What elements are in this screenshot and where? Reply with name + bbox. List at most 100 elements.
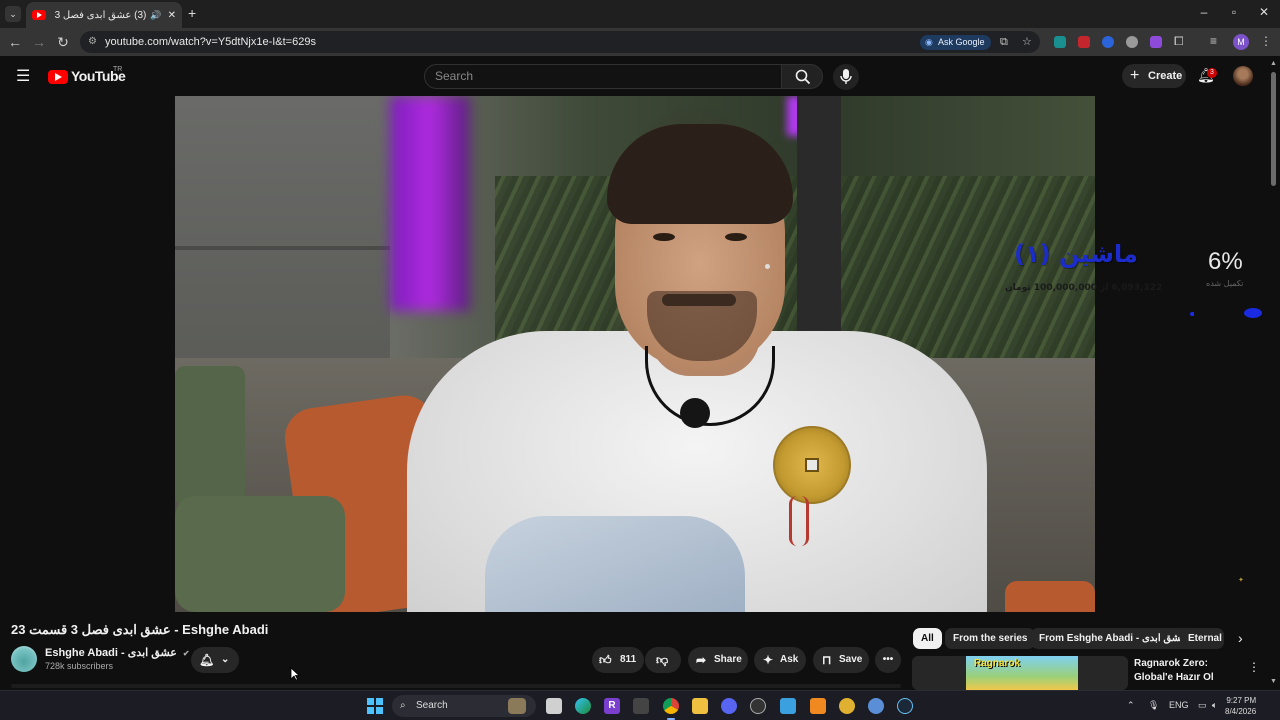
minimize-icon[interactable]: –	[1194, 5, 1214, 19]
tab-audio-icon[interactable]: 🔊	[150, 10, 161, 21]
sparkle-icon: ✦	[763, 653, 774, 667]
voice-search-button[interactable]	[833, 64, 859, 90]
discord-icon[interactable]	[721, 698, 737, 714]
video-frame-purple-light	[390, 96, 470, 311]
channel-name[interactable]: Eshghe Abadi - عشق ابدی ✔	[45, 646, 190, 659]
recommended-more-icon[interactable]: ⋮	[1248, 660, 1260, 674]
task-view-icon[interactable]	[546, 698, 562, 714]
microphone-tray-icon[interactable]: 🎙︎	[1148, 700, 1159, 711]
blue-orb-icon[interactable]	[868, 698, 884, 714]
red-extension-icon[interactable]	[1078, 36, 1090, 48]
translate-extension-icon[interactable]	[1054, 36, 1066, 48]
account-avatar[interactable]	[1233, 66, 1253, 86]
video-frame-pillow	[175, 366, 245, 506]
show-hidden-icons-chevron-icon[interactable]: ⌃	[1127, 700, 1135, 711]
search-input[interactable]: Search	[424, 64, 782, 89]
video-frame-pendant	[680, 398, 710, 428]
unity-icon[interactable]	[633, 698, 649, 714]
taskbar-search[interactable]: ⌕ Search	[392, 695, 536, 717]
window-close-icon[interactable]: ✕	[1254, 5, 1274, 19]
purple-extension-icon[interactable]	[1150, 36, 1162, 48]
search-button[interactable]	[781, 64, 823, 89]
windows-start-icon[interactable]	[367, 698, 383, 714]
share-button[interactable]: ➦ Share	[688, 647, 748, 673]
coin-app-icon[interactable]	[839, 698, 855, 714]
ask-button[interactable]: ✦ Ask	[754, 647, 806, 673]
recommended-video-title[interactable]: Ragnarok Zero: Global'e Hazır Ol	[1134, 657, 1244, 685]
video-frame-knot	[789, 496, 809, 546]
chip-eternal[interactable]: Eternal L	[1180, 628, 1224, 649]
visual-studio-icon[interactable]	[780, 698, 796, 714]
thumbs-down-icon: 👎︎	[656, 653, 669, 667]
steam-icon[interactable]	[897, 698, 913, 714]
system-clock[interactable]: 9:27 PM 8/4/2026	[1225, 695, 1256, 717]
microphone-icon	[840, 69, 852, 84]
like-button[interactable]: 👍︎ 811	[592, 647, 644, 673]
ask-google-label: Ask Google	[938, 37, 985, 47]
ask-google-button[interactable]: ◉ Ask Google	[920, 35, 991, 50]
video-frame-wall-band	[175, 246, 390, 250]
channel-watermark-icon[interactable]: ✦	[1238, 576, 1244, 584]
save-button[interactable]: ⊓ Save	[813, 647, 869, 673]
reload-icon[interactable]: ↻	[55, 34, 71, 51]
edge-icon[interactable]	[575, 698, 591, 714]
r-app-icon[interactable]: R	[604, 698, 620, 714]
site-info-icon[interactable]: ⚙	[88, 31, 97, 53]
taskbar-search-label: Search	[416, 700, 448, 711]
channel-avatar[interactable]	[11, 646, 37, 672]
video-frame-pillow	[175, 496, 345, 612]
extensions-puzzle-icon[interactable]: ⧠	[1174, 34, 1184, 49]
clock-time: 9:27 PM	[1226, 696, 1257, 705]
description-box-edge[interactable]	[11, 684, 901, 688]
gray-extension-icon[interactable]	[1126, 36, 1138, 48]
language-indicator[interactable]: ENG	[1169, 700, 1189, 710]
browser-tab-active[interactable]: (3) عشق ابدی فصل 3 قسمت 🔊 ✕	[26, 2, 182, 28]
chrome-icon[interactable]	[663, 698, 679, 714]
blue-extension-icon[interactable]	[1102, 36, 1114, 48]
volume-icon[interactable]: 🔈︎	[1212, 700, 1217, 711]
chrome-menu-icon[interactable]: ⋮	[1260, 34, 1272, 48]
dislike-button[interactable]: 👎︎	[645, 647, 681, 673]
recommended-video-thumbnail[interactable]: Ragnarok	[912, 656, 1128, 690]
reading-list-icon[interactable]: ≡	[1210, 34, 1217, 48]
tab-close-icon[interactable]: ✕	[168, 10, 176, 21]
chip-from-the-series[interactable]: From the series	[945, 628, 1036, 649]
create-button[interactable]: + Create	[1122, 64, 1186, 88]
more-actions-button[interactable]: •••	[875, 647, 901, 673]
orange-app-icon[interactable]	[810, 698, 826, 714]
forward-icon[interactable]: →	[31, 34, 47, 50]
subscribe-notification-button[interactable]: 🔔︎ ⌄	[191, 647, 239, 673]
bookmark-star-icon[interactable]: ☆	[1022, 31, 1032, 53]
search-highlight-icon	[508, 698, 526, 714]
profile-avatar[interactable]: M	[1233, 34, 1249, 50]
video-frame-pillow	[1005, 581, 1095, 612]
subscriber-count: 728k subscribers	[45, 661, 114, 671]
recommended-thumbnail-image: Ragnarok	[966, 656, 1078, 690]
scroll-down-arrow-icon[interactable]: ▼	[1270, 678, 1277, 685]
back-icon[interactable]: ←	[7, 34, 23, 50]
video-frame-coin-hole	[805, 458, 819, 472]
file-explorer-icon[interactable]	[692, 698, 708, 714]
donation-goal-amount: 6,093,322 از 100,000,000 تومان	[1005, 283, 1163, 293]
region-code: TR	[113, 66, 123, 73]
install-app-icon[interactable]: ⧉	[1000, 31, 1008, 53]
chip-from-channel[interactable]: From Eshghe Abadi - عشق ابدی	[1031, 628, 1195, 649]
video-frame-jeans	[485, 516, 745, 612]
youtube-logo-icon[interactable]	[48, 70, 68, 84]
network-icon[interactable]: ▭	[1198, 700, 1207, 711]
youtube-favicon-icon	[32, 10, 46, 20]
new-tab-button[interactable]: +	[188, 5, 196, 21]
address-bar[interactable]: ⚙ youtube.com/watch?v=Y5dtNjx1e-I&t=629s…	[80, 31, 1040, 53]
bookmark-icon: ⊓	[822, 653, 832, 667]
obs-icon[interactable]	[750, 698, 766, 714]
chip-all[interactable]: All	[913, 628, 942, 649]
page-scrollbar-thumb[interactable]	[1271, 72, 1276, 186]
chips-next-chevron-icon[interactable]: ›	[1238, 630, 1243, 646]
video-frame-eye	[725, 233, 747, 241]
restore-icon[interactable]: ▫	[1224, 5, 1244, 19]
scroll-up-arrow-icon[interactable]: ▲	[1270, 60, 1277, 67]
donation-goal-name: ماشین (۱)	[1014, 240, 1138, 268]
video-player[interactable]	[175, 96, 1095, 612]
tab-search-button[interactable]: ⌄	[5, 6, 21, 22]
guide-menu-icon[interactable]: ☰	[16, 66, 30, 86]
